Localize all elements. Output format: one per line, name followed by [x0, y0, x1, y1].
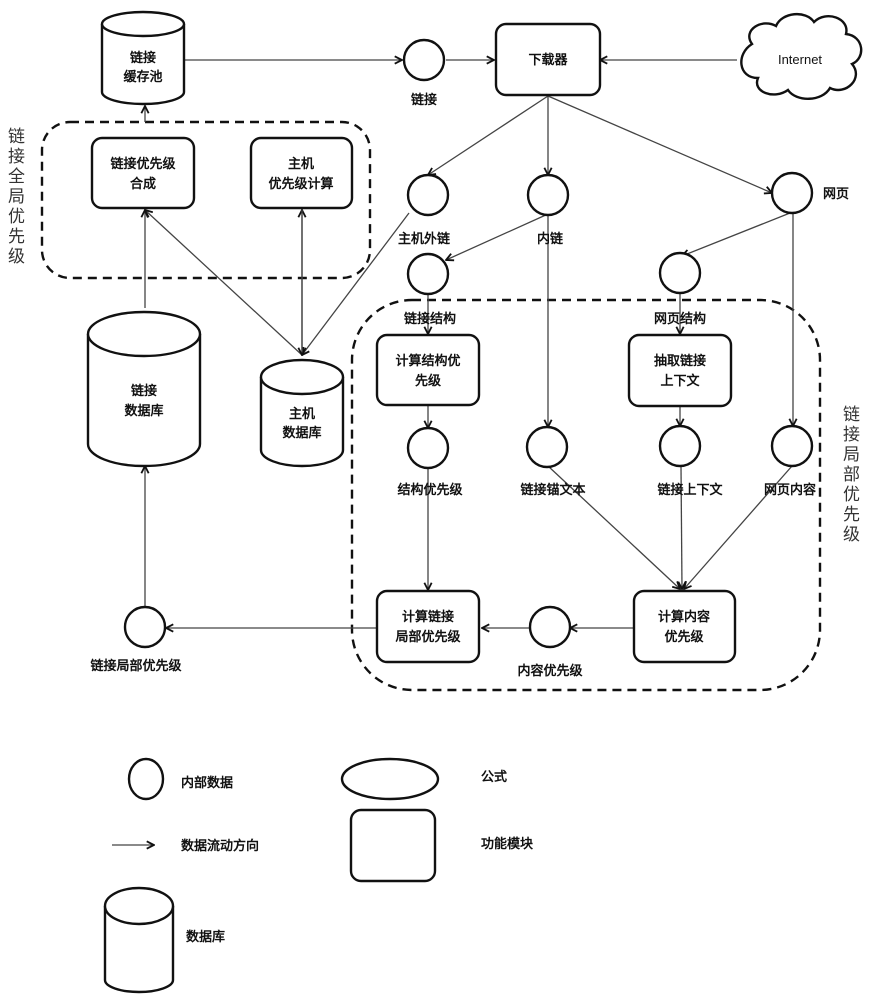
page-structure-label: 网页结构 [654, 311, 706, 327]
database-link-db: 链接 数据库 [86, 310, 202, 468]
host-db-label-2: 数据库 [282, 425, 321, 441]
legend-data-flow: 数据流动方向 [112, 838, 259, 854]
edge-downloader-to-webpage [547, 95, 772, 193]
data-node-page-content: 网页内容 [764, 424, 816, 498]
data-node-host-outlink: 主机外链 [398, 173, 451, 247]
link-context-label: 链接上下文 [656, 482, 723, 498]
flow-diagram: 链接全局优先级 链接局部优先级 链接 缓存池 链接 数据库 主机 数据库 下载器… [8, 10, 863, 994]
calc-structure-label-2: 先级 [415, 373, 442, 389]
extract-context-label-1: 抽取链接 [654, 353, 706, 369]
data-node-webpage: 网页 [770, 171, 849, 215]
data-node-link-context: 链接上下文 [656, 424, 723, 498]
legend-internal-data-label: 内部数据 [181, 775, 233, 791]
synthesis-label-1: 链接优先级 [109, 156, 176, 172]
calc-local-label-1: 计算链接 [402, 609, 454, 625]
data-node-link-structure: 链接结构 [403, 252, 456, 327]
internet-label: Internet [778, 52, 822, 67]
host-priority-label-1: 主机 [288, 156, 314, 172]
module-extract-link-context: 抽取链接 上下文 [627, 333, 733, 408]
internet-cloud: Internet [740, 13, 863, 100]
link-structure-label: 链接结构 [403, 311, 456, 327]
host-db-label-1: 主机 [289, 406, 315, 422]
content-priority-label: 内容优先级 [517, 663, 583, 679]
link-db-label-1: 链接 [130, 383, 157, 399]
data-node-page-structure: 网页结构 [654, 251, 706, 327]
legend: 内部数据 数据流动方向 数据库 公式 功能模块 [103, 757, 534, 994]
module-host-priority-calc: 主机 优先级计算 [249, 136, 354, 210]
module-calc-structure-priority: 计算结构优 先级 [375, 333, 481, 407]
edge-host-outlink-to-host-db [302, 212, 410, 355]
page-content-label: 网页内容 [764, 482, 816, 498]
legend-database: 数据库 [103, 886, 225, 994]
legend-function-module-label: 功能模块 [481, 836, 534, 852]
synthesis-label-2: 合成 [130, 176, 156, 192]
calc-content-label-2: 优先级 [664, 629, 704, 645]
link-local-priority-label: 链接局部优先级 [89, 658, 182, 674]
webpage-label: 网页 [823, 187, 849, 202]
legend-function-module: 功能模块 [349, 808, 534, 883]
database-link-pool: 链接 缓存池 [100, 10, 186, 106]
data-node-link-local-priority: 链接局部优先级 [89, 605, 182, 674]
diagram-canvas: 链接全局优先级 链接局部优先级 链接 缓存池 链接 数据库 主机 数据库 下载器… [0, 0, 869, 1000]
legend-internal-data: 内部数据 [127, 757, 233, 801]
module-calc-link-local-priority: 计算链接 局部优先级 [375, 589, 481, 664]
structure-priority-label: 结构优先级 [397, 482, 463, 498]
edge-inner-link-to-link-structure [446, 213, 549, 260]
legend-database-label: 数据库 [186, 929, 225, 945]
calc-content-label-1: 计算内容 [658, 609, 710, 625]
database-host-db: 主机 数据库 [259, 358, 345, 468]
edge-downloader-to-host-outlink [428, 95, 549, 175]
data-node-inner-link: 内链 [526, 173, 570, 247]
global-priority-group-label: 链接全局优先级 [8, 127, 25, 267]
edge-webpage-to-page-structure [682, 212, 791, 256]
legend-formula-label: 公式 [481, 769, 507, 785]
module-link-priority-synthesis: 链接优先级 合成 [90, 136, 196, 210]
data-node-content-priority: 内容优先级 [517, 605, 583, 679]
link-pool-label-1: 链接 [129, 50, 156, 66]
local-priority-group-label: 链接局部优先级 [843, 405, 860, 545]
data-node-link: 链接 [402, 38, 446, 108]
data-node-anchor-text: 链接锚文本 [519, 425, 586, 498]
inner-link-label: 内链 [537, 231, 564, 247]
legend-formula: 公式 [340, 757, 507, 801]
host-outlink-label: 主机外链 [398, 231, 451, 247]
calc-local-label-2: 局部优先级 [395, 629, 461, 645]
downloader-label: 下载器 [528, 52, 568, 68]
data-node-structure-priority: 结构优先级 [397, 426, 463, 498]
host-priority-label-2: 优先级计算 [268, 176, 333, 192]
legend-data-flow-label: 数据流动方向 [181, 838, 259, 854]
link-db-label-2: 数据库 [124, 403, 163, 419]
link-pool-label-2: 缓存池 [123, 69, 162, 85]
calc-structure-label-1: 计算结构优 [395, 353, 460, 369]
module-calc-content-priority: 计算内容 优先级 [632, 589, 737, 664]
extract-context-label-2: 上下文 [660, 373, 700, 389]
link-node-label: 链接 [410, 92, 437, 108]
module-downloader: 下载器 [494, 22, 602, 97]
anchor-text-label: 链接锚文本 [519, 482, 585, 498]
